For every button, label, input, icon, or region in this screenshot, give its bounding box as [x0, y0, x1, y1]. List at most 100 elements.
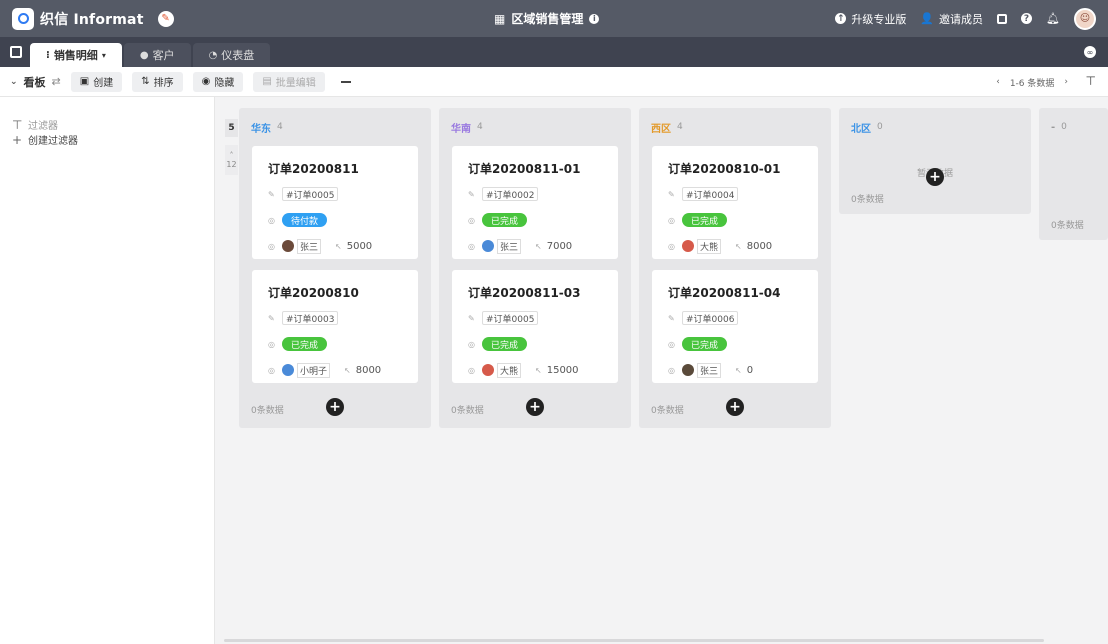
hide-label: 隐藏 — [214, 74, 234, 89]
upgrade-icon: ↑ — [835, 13, 846, 24]
group-indicator[interactable]: 5 ˄12 — [225, 119, 238, 175]
column-header[interactable]: 北区 0 — [839, 108, 1031, 146]
hidden-count: 0条数据 — [851, 192, 884, 205]
eye-off-icon: ◉ — [202, 76, 211, 87]
sidebar-toggle-icon[interactable] — [10, 46, 22, 58]
avatar — [482, 240, 494, 252]
create-filter-label: 创建过滤器 — [28, 132, 78, 147]
tab-dashboard[interactable]: ◔ 仪表盘 — [193, 43, 271, 67]
order-card[interactable]: 订单20200810-01✎#订单0004◎已完成◎大熊↖8000 — [652, 146, 818, 259]
feather-icon[interactable]: ✎ — [158, 11, 174, 27]
horizontal-scrollbar[interactable] — [224, 639, 1044, 642]
batch-edit-button[interactable]: ▤批量编辑 — [253, 72, 324, 92]
upgrade-button[interactable]: ↑ 升级专业版 — [835, 11, 906, 27]
card-code-field: ✎#订单0004 — [668, 181, 818, 207]
hide-button[interactable]: ◉隐藏 — [193, 72, 244, 92]
column-header[interactable]: 西区4 — [639, 108, 831, 146]
hidden-count: 0条数据 — [1051, 218, 1084, 231]
avatar — [282, 364, 294, 376]
help-icon[interactable]: ? — [1021, 13, 1032, 24]
window-icon[interactable] — [997, 14, 1007, 24]
status-badge: 已完成 — [482, 213, 527, 227]
order-card[interactable]: 订单20200811-03✎#订单0005◎已完成◎大熊↖15000 — [452, 270, 618, 383]
card-title: 订单20200811-03 — [468, 284, 618, 300]
amount: ↖5000 — [335, 241, 372, 252]
column-title: - — [1051, 122, 1055, 133]
sort-icon: ⇅ — [141, 76, 149, 87]
card-owner-field: ◎小明子↖8000 — [268, 357, 418, 383]
card-owner-field: ◎张三↖5000 — [268, 233, 418, 259]
chevron-down-icon[interactable]: ▾ — [102, 51, 106, 60]
tab-sales-detail[interactable]: ⁝ 销售明细 ▾ — [30, 43, 122, 67]
amount-icon: ↖ — [535, 242, 542, 251]
add-card-button[interactable]: + — [526, 398, 544, 416]
invite-button[interactable]: 👤 邀请成员 — [920, 11, 983, 27]
owner-icon: ◎ — [268, 366, 282, 375]
column-count: 0 — [877, 122, 883, 132]
person-icon: ● — [140, 50, 149, 61]
toolbar: ⌄ 看板 ⇄ ▣创建 ⇅排序 ◉隐藏 ▤批量编辑 ‹ 1-6 条数据 › ⊤ — [0, 67, 1108, 97]
kanban-column: 华南4订单20200811-01✎#订单0002◎已完成◎张三↖7000订单20… — [439, 108, 631, 428]
app-info-icon[interactable]: i — [589, 14, 599, 24]
tab-label: 客户 — [153, 47, 175, 63]
app-grid-icon: ▦ — [494, 12, 505, 26]
column-header[interactable]: 华东4 — [239, 108, 431, 146]
link-icon[interactable]: ∞ — [1084, 46, 1096, 58]
column-header[interactable]: 华南4 — [439, 108, 631, 146]
order-card[interactable]: 订单20200811-04✎#订单0006◎已完成◎张三↖0 — [652, 270, 818, 383]
owner: 张三 — [682, 363, 721, 378]
order-card[interactable]: 订单20200810✎#订单0003◎已完成◎小明子↖8000 — [252, 270, 418, 383]
tab-label: 仪表盘 — [221, 47, 254, 63]
hidden-count: 0条数据 — [451, 403, 484, 416]
add-card-button[interactable]: + — [726, 398, 744, 416]
card-owner-field: ◎张三↖7000 — [468, 233, 618, 259]
pencil-icon: ✎ — [468, 190, 482, 199]
column-header[interactable]: -0 — [1039, 108, 1108, 146]
chevron-down-icon: ⌄ — [10, 77, 18, 87]
owner-name: 张三 — [697, 363, 721, 378]
app-logo-icon[interactable] — [12, 8, 34, 30]
prev-page-icon[interactable]: ‹ — [996, 77, 1000, 87]
status-icon: ◎ — [668, 340, 682, 349]
order-card[interactable]: 订单20200811✎#订单0005◎待付款◎张三↖5000 — [252, 146, 418, 259]
amount-icon: ↖ — [335, 242, 342, 251]
swap-icon[interactable]: ⇄ — [52, 75, 61, 88]
card-title: 订单20200811 — [268, 160, 418, 176]
card-status-field: ◎待付款 — [268, 207, 418, 233]
card-title: 订单20200811-04 — [668, 284, 818, 300]
column-footer: 0条数据 + — [439, 394, 631, 428]
top-bar: 织信 Informat ✎ ▦ 区域销售管理 i ↑ 升级专业版 👤 邀请成员 … — [0, 0, 1108, 37]
owner: 张三 — [482, 239, 521, 254]
card-owner-field: ◎大熊↖15000 — [468, 357, 618, 383]
view-selector[interactable]: ⌄ 看板 ⇄ — [10, 74, 61, 90]
pencil-icon: ✎ — [268, 314, 282, 323]
amount-icon: ↖ — [735, 366, 742, 375]
card-status-field: ◎已完成 — [668, 207, 818, 233]
add-card-button[interactable]: + — [926, 168, 944, 186]
next-page-icon[interactable]: › — [1064, 77, 1068, 87]
order-code: #订单0005 — [482, 311, 538, 325]
create-filter-button[interactable]: + 创建过滤器 — [12, 132, 214, 147]
order-code: #订单0006 — [682, 311, 738, 325]
hidden-count: 0条数据 — [651, 403, 684, 416]
card-code-field: ✎#订单0005 — [468, 305, 618, 331]
kanban-board: 5 ˄12 华东4订单20200811✎#订单0005◎待付款◎张三↖5000订… — [216, 97, 1108, 644]
owner-icon: ◎ — [668, 366, 682, 375]
order-card[interactable]: 订单20200811-01✎#订单0002◎已完成◎张三↖7000 — [452, 146, 618, 259]
sort-button[interactable]: ⇅排序 — [132, 72, 182, 92]
view-label: 看板 — [24, 74, 46, 90]
add-card-button[interactable]: + — [326, 398, 344, 416]
tab-customer[interactable]: ● 客户 — [124, 43, 191, 67]
filter-sidebar: ⊤ 过滤器 + 创建过滤器 — [0, 97, 215, 644]
create-button[interactable]: ▣创建 — [71, 72, 122, 92]
filter-icon[interactable]: ⊤ — [1086, 74, 1096, 88]
bell-icon[interactable]: 🔔︎ — [1046, 12, 1060, 25]
owner-icon: ◎ — [468, 242, 482, 251]
collapse-icon[interactable] — [341, 81, 351, 83]
column-title: 北区 — [851, 120, 871, 135]
user-avatar[interactable]: ☺ — [1074, 8, 1096, 30]
status-icon: ◎ — [268, 216, 282, 225]
filter-label: 过滤器 — [28, 117, 58, 132]
app-title[interactable]: ▦ 区域销售管理 i — [494, 0, 599, 37]
card-status-field: ◎已完成 — [668, 331, 818, 357]
